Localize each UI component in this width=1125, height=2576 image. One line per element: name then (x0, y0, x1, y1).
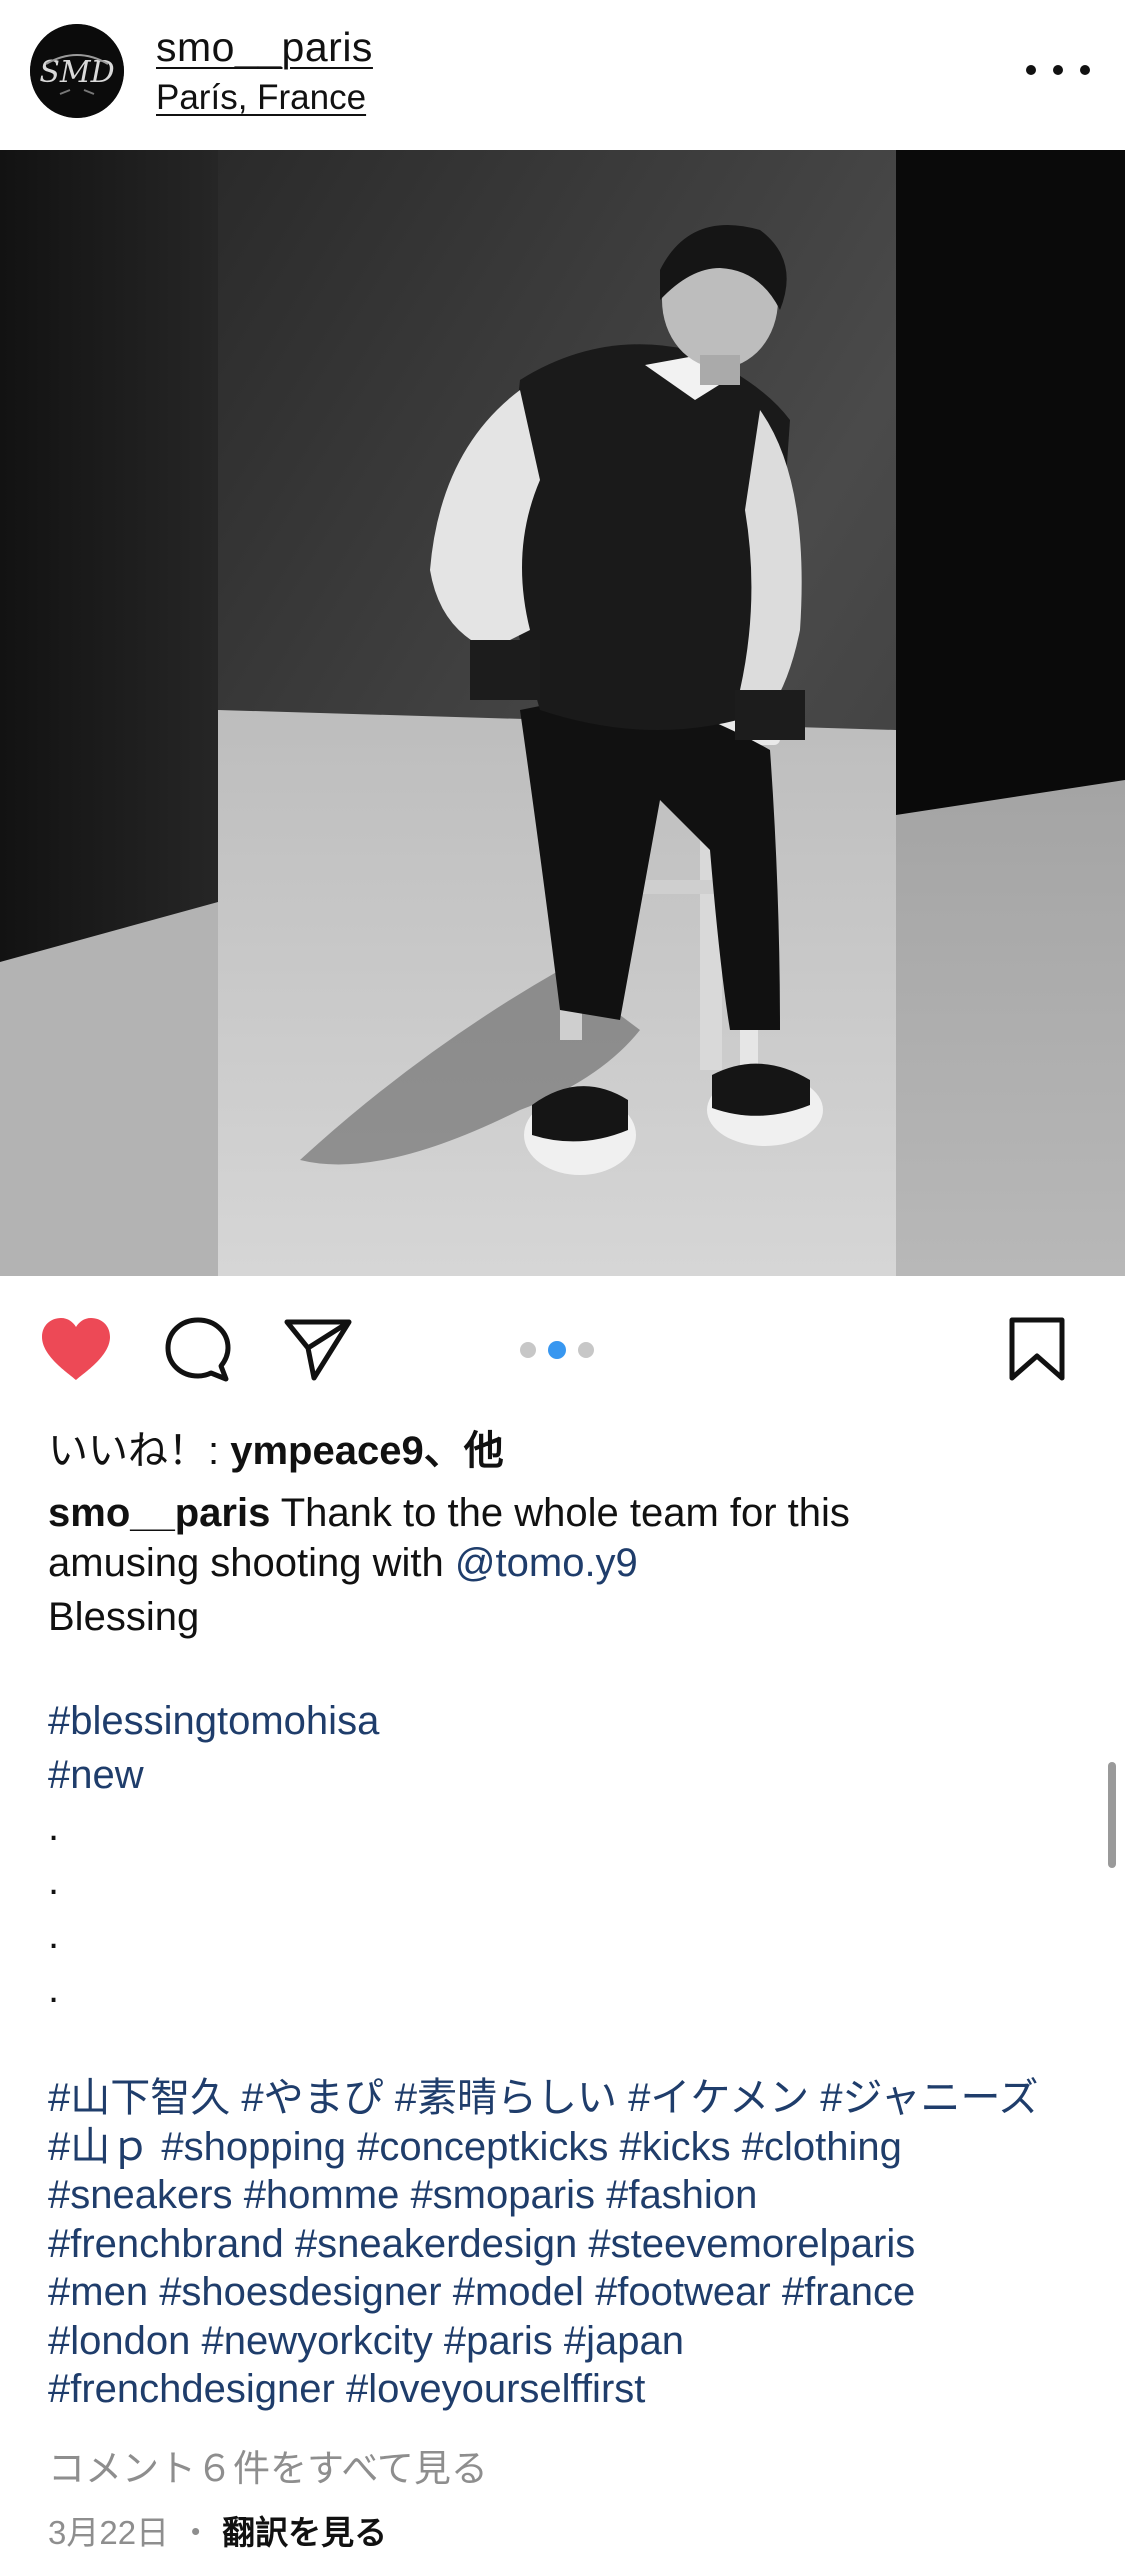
smd-logo-icon: SMD (30, 24, 124, 118)
caption-dot: . (48, 1913, 60, 1957)
hashtag-link[interactable]: #素晴らしい (395, 2076, 617, 2120)
paper-plane-icon[interactable] (284, 1318, 352, 1382)
hashtag-link[interactable]: #clothing (742, 2125, 902, 2169)
mention-link[interactable]: @tomo.y9 (455, 1541, 638, 1585)
hashtag-link[interactable]: #山ｐ (48, 2125, 150, 2169)
caption-dot: . (48, 1967, 60, 2011)
hashtag-row: #山下智久 #やまぴ #素晴らしい #イケメン #ジャニーズ (48, 2074, 1108, 2123)
more-dot-icon (1026, 65, 1036, 75)
more-dot-icon (1080, 65, 1090, 75)
hashtag-link[interactable]: #frenchbrand (48, 2222, 284, 2266)
hashtag-link[interactable]: #france (782, 2270, 915, 2314)
caption-text: Thank to the whole team for this (270, 1491, 850, 1535)
hashtag-link[interactable]: #frenchdesigner (48, 2367, 335, 2411)
username-link[interactable]: smo__paris (156, 24, 373, 71)
page-scrollbar[interactable] (1108, 1762, 1116, 1868)
hashtag-row: #men #shoesdesigner #model #footwear #fr… (48, 2268, 1108, 2317)
caption-line-1: smo__paris Thank to the whole team for t… (48, 1488, 1088, 1538)
carousel-dot (578, 1342, 594, 1358)
carousel-dot-active (548, 1341, 566, 1359)
post-header: SMD smo__paris París, France (0, 0, 1125, 150)
view-all-comments-link[interactable]: コメント６件をすべて見る (48, 2438, 488, 2492)
post-meta: 3月22日・翻訳を見る (48, 2506, 387, 2554)
likes-prefix: いいね！: (48, 1429, 231, 1473)
hashtag-link[interactable]: #new (48, 1750, 1088, 1800)
likes-user[interactable]: ympeace9、他 (230, 1429, 503, 1473)
bookmark-icon[interactable] (1008, 1316, 1066, 1382)
hashtag-link[interactable]: #blessingtomohisa (48, 1696, 1088, 1746)
hashtag-link[interactable]: #london (48, 2319, 190, 2363)
hashtag-link[interactable]: #やまぴ (241, 2076, 383, 2120)
comment-bubble-icon[interactable] (164, 1316, 232, 1384)
hashtag-link[interactable]: #footwear (595, 2270, 771, 2314)
hashtag-link[interactable]: #sneakers (48, 2173, 233, 2217)
hashtag-link[interactable]: #山下智久 (48, 2076, 230, 2120)
carousel-dot (520, 1342, 536, 1358)
hashtag-link[interactable]: #smoparis (410, 2173, 595, 2217)
hashtag-link[interactable]: #homme (244, 2173, 400, 2217)
hashtag-link[interactable]: #loveyourselffirst (346, 2367, 645, 2411)
hashtag-link[interactable]: #men (48, 2270, 148, 2314)
location-link[interactable]: París, France (156, 78, 366, 118)
post-photo[interactable] (0, 150, 1125, 1276)
hashtag-link[interactable]: #paris (444, 2319, 553, 2363)
caption-line-2: amusing shooting with @tomo.y9 (48, 1538, 1088, 1588)
hashtag-row: #frenchbrand #sneakerdesign #steevemorel… (48, 2220, 1108, 2269)
post-caption: smo__paris Thank to the whole team for t… (48, 1488, 1088, 2016)
hashtag-row: #frenchdesigner #loveyourselffirst (48, 2365, 1108, 2414)
post-date: 3月22日 (48, 2514, 170, 2551)
more-options-button[interactable] (1026, 52, 1090, 88)
post-photo-graphic (0, 150, 1125, 1276)
hashtag-link[interactable]: #conceptkicks (357, 2125, 608, 2169)
more-dot-icon (1053, 65, 1063, 75)
hashtag-link[interactable]: #japan (564, 2319, 684, 2363)
hashtag-link[interactable]: #newyorkcity (202, 2319, 433, 2363)
hashtag-link[interactable]: #steevemorelparis (588, 2222, 915, 2266)
hashtag-link[interactable]: #イケメン (628, 2076, 809, 2120)
hashtag-row: #london #newyorkcity #paris #japan (48, 2317, 1108, 2366)
hashtag-list: #山下智久 #やまぴ #素晴らしい #イケメン #ジャニーズ #山ｐ #shop… (48, 2074, 1108, 2414)
likes-summary[interactable]: いいね！: ympeace9、他 (48, 1418, 504, 1476)
caption-text: amusing shooting with (48, 1541, 455, 1585)
hashtag-row: #山ｐ #shopping #conceptkicks #kicks #clot… (48, 2123, 1108, 2172)
avatar-logo-text: SMD (39, 55, 114, 90)
caption-dot: . (48, 1859, 60, 1903)
meta-separator: ・ (179, 2514, 213, 2551)
carousel-indicator (520, 1340, 594, 1360)
see-translation-link[interactable]: 翻訳を見る (222, 2514, 387, 2551)
caption-dot: . (48, 1805, 60, 1849)
caption-author[interactable]: smo__paris (48, 1491, 270, 1535)
hashtag-row: #sneakers #homme #smoparis #fashion (48, 2171, 1108, 2220)
avatar[interactable]: SMD (30, 24, 124, 118)
hashtag-link[interactable]: #ジャニーズ (820, 2076, 1038, 2120)
hashtag-link[interactable]: #sneakerdesign (295, 2222, 577, 2266)
hashtag-link[interactable]: #shoesdesigner (159, 2270, 441, 2314)
heart-filled-icon[interactable] (40, 1316, 112, 1382)
hashtag-link[interactable]: #model (453, 2270, 584, 2314)
hashtag-link[interactable]: #shopping (161, 2125, 346, 2169)
hashtag-link[interactable]: #fashion (606, 2173, 757, 2217)
caption-line-3: Blessing (48, 1595, 200, 1639)
hashtag-link[interactable]: #kicks (619, 2125, 730, 2169)
